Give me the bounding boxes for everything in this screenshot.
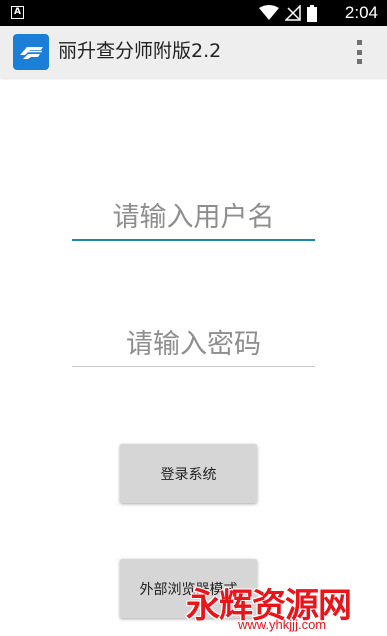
- app-title: 丽升查分师附版2.2: [58, 40, 222, 62]
- battery-icon: [307, 4, 317, 22]
- app-logo-icon: [13, 34, 49, 70]
- action-bar: 丽升查分师附版2.2: [0, 26, 387, 78]
- notification-icon: A: [11, 6, 24, 19]
- status-icons: [259, 4, 317, 22]
- external-browser-button[interactable]: 外部浏览器模式: [120, 559, 257, 618]
- status-time: 2:04: [344, 3, 378, 22]
- username-input[interactable]: [72, 195, 315, 241]
- login-button[interactable]: 登录系统: [120, 444, 257, 503]
- password-input[interactable]: [72, 322, 315, 367]
- wifi-icon: [259, 5, 279, 20]
- no-signal-icon: [285, 5, 301, 21]
- watermark-url: www.yhkjjj.com: [238, 617, 327, 632]
- status-bar: A 2:04: [0, 0, 387, 26]
- overflow-menu-icon[interactable]: [354, 40, 364, 64]
